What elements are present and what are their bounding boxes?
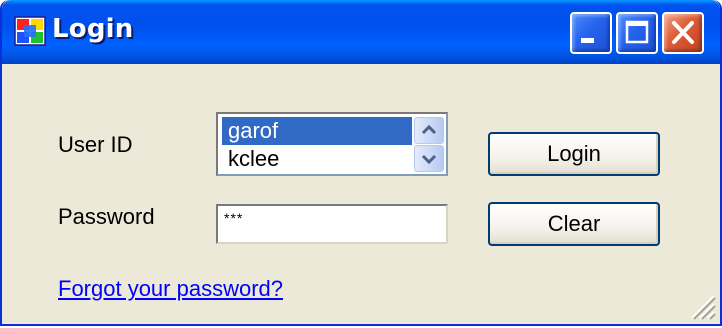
user-id-listbox[interactable]: garof kclee [216,112,448,176]
scroll-up-button[interactable] [414,117,444,144]
window-title: Login [52,14,134,44]
login-button[interactable]: Login [488,132,660,176]
forgot-password-link[interactable]: Forgot your password? [58,276,283,302]
close-icon [672,21,694,44]
minimize-button[interactable] [570,12,612,54]
password-field[interactable]: *** [216,204,448,244]
maximize-icon [625,20,649,44]
chevron-up-icon [421,124,437,135]
login-window: Login User ID Password garof kclee *** L… [0,0,722,326]
minimize-icon [581,38,594,43]
scroll-down-button[interactable] [414,145,444,172]
password-label: Password [58,204,155,229]
resize-grip-icon[interactable] [686,290,716,320]
list-item[interactable]: kclee [222,145,412,173]
app-windows-icon [14,16,46,46]
user-id-label: User ID [58,132,133,157]
list-item[interactable]: garof [222,117,412,145]
title-bar[interactable]: Login [2,0,720,64]
clear-button[interactable]: Clear [488,202,660,246]
close-button[interactable] [662,12,704,54]
maximize-button[interactable] [616,12,658,54]
chevron-down-icon [421,154,437,165]
